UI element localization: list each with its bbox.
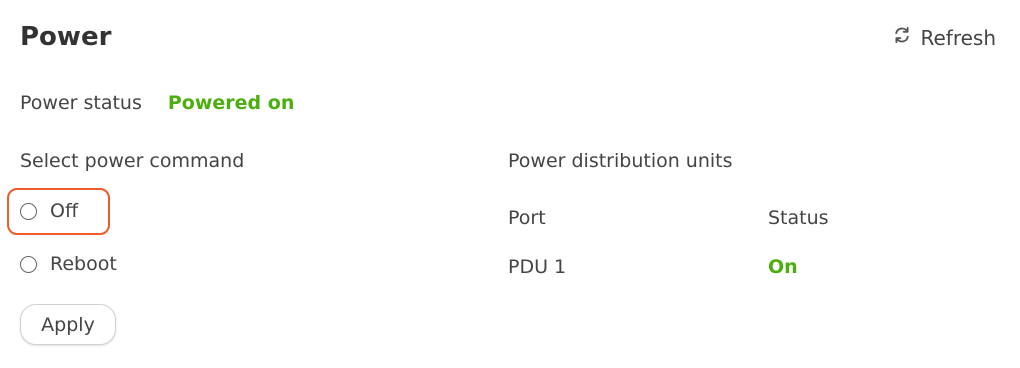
pdu-row-status: On: [768, 256, 798, 278]
radio-label-reboot: Reboot: [50, 253, 117, 275]
radio-label-off: Off: [50, 200, 79, 222]
power-status-value: Powered on: [167, 92, 295, 114]
radio-button-reboot[interactable]: [20, 255, 37, 273]
pdu-row-port: PDU 1: [508, 256, 567, 278]
pdu-section-label: Power distribution units: [508, 150, 733, 172]
radio-option-reboot[interactable]: Reboot: [20, 250, 117, 278]
apply-button[interactable]: Apply: [20, 304, 116, 345]
power-status-row: Power status Powered on: [20, 89, 294, 117]
refresh-icon: [892, 24, 912, 52]
refresh-button[interactable]: Refresh: [892, 24, 996, 52]
radio-button-off[interactable]: [20, 202, 37, 220]
radio-option-off[interactable]: Off: [20, 197, 78, 225]
pdu-column-header-status: Status: [768, 207, 829, 229]
power-command-label: Select power command: [20, 150, 245, 172]
pdu-column-header-port: Port: [508, 207, 546, 229]
page-title: Power: [20, 22, 112, 52]
power-status-label: Power status: [20, 92, 142, 114]
refresh-label: Refresh: [920, 26, 996, 50]
